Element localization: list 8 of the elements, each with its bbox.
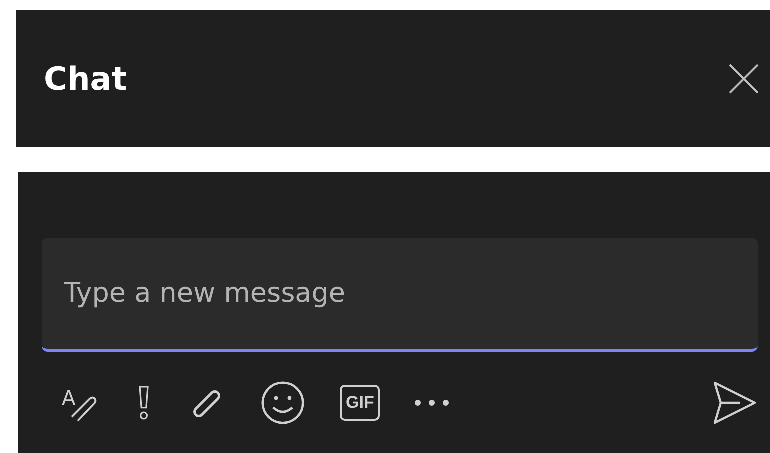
chat-title: Chat: [44, 60, 128, 98]
gif-button[interactable]: GIF: [340, 385, 380, 421]
emoji-icon[interactable]: [260, 380, 306, 426]
more-icon[interactable]: [414, 399, 450, 407]
close-icon[interactable]: [728, 62, 760, 94]
message-field[interactable]: Type a new message: [42, 238, 758, 352]
format-button[interactable]: A: [58, 383, 102, 423]
send-icon[interactable]: [712, 380, 758, 426]
